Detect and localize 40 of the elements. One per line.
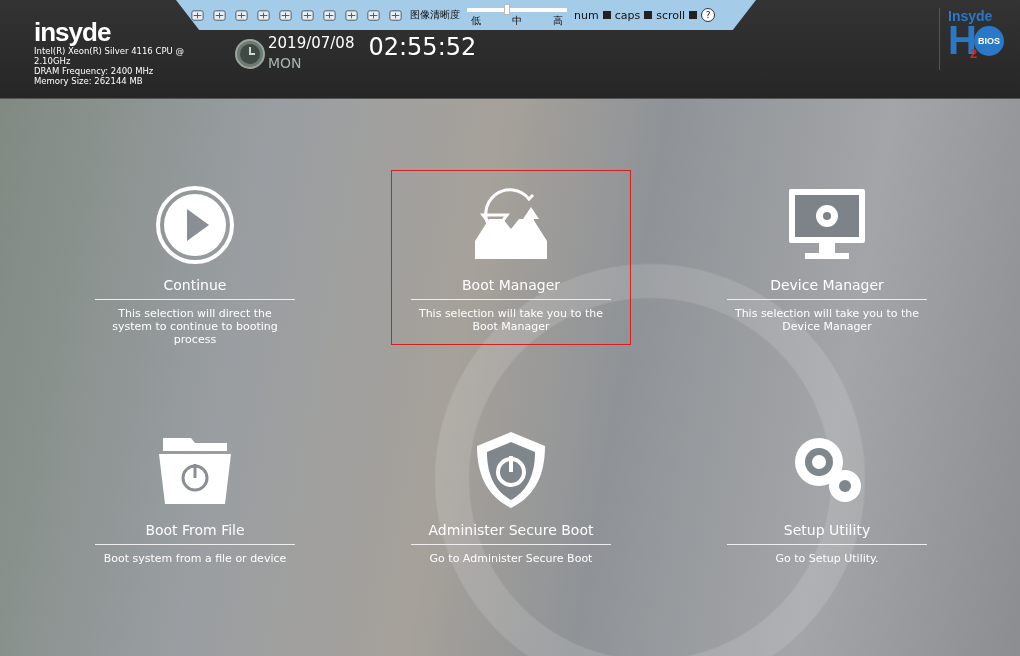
help-button[interactable]: ? xyxy=(701,8,716,22)
system-info-text: Intel(R) Xeon(R) Silver 4116 CPU @ xyxy=(34,46,185,56)
play-icon xyxy=(155,185,235,265)
option-description: This selection will take you to the Boot Manager xyxy=(417,307,605,333)
menu-option[interactable]: Continue This selection will direct the system to continue to booting process xyxy=(75,170,315,345)
option-title: Boot From File xyxy=(95,522,295,545)
option-description: This selection will take you to the Device Manager xyxy=(733,307,921,333)
slider-tick-label: 高 xyxy=(553,15,563,26)
option-title: Continue xyxy=(95,277,295,300)
menu-option[interactable]: Boot Manager This selection will take you to the Boot Manager xyxy=(391,170,631,345)
option-title: Administer Secure Boot xyxy=(411,522,611,545)
menu-option[interactable]: Administer Secure Boot Go to Administer Secure Boot xyxy=(391,415,631,590)
option-title: Setup Utility xyxy=(727,522,927,545)
system-info-text: DRAM Frequency: 2400 MHz xyxy=(34,66,155,76)
weekday-text: MON xyxy=(268,54,303,73)
image-quality-label: 图像清晰度 xyxy=(410,9,460,21)
indicator-light xyxy=(602,11,611,19)
menu-option[interactable]: Setup Utility Go to Setup Utility. xyxy=(707,415,947,590)
option-description: Boot system from a file or device xyxy=(102,552,288,565)
lock-indicator-label: num xyxy=(574,8,599,22)
slider-thumb[interactable] xyxy=(504,4,510,15)
lock-indicator-label: scroll xyxy=(656,8,686,22)
date-text: 2019/07/08 xyxy=(268,34,355,52)
option-description: This selection will direct the system to continue to booting process xyxy=(111,307,279,346)
slider-tick-label: 低 xyxy=(471,15,481,26)
option-description: Go to Setup Utility. xyxy=(774,552,880,565)
system-info-text: Memory Size: 262144 MB xyxy=(34,76,144,86)
insyde-logo: insyde xyxy=(34,18,111,46)
option-description: Go to Administer Secure Boot xyxy=(428,552,594,565)
option-title: Device Manager xyxy=(727,277,927,300)
time-text: 02:55:52 xyxy=(368,34,477,60)
option-title: Boot Manager xyxy=(411,277,611,300)
indicator-light xyxy=(689,11,698,19)
system-info-text: 2.10GHz xyxy=(34,56,72,66)
clock-icon xyxy=(234,38,266,70)
lock-indicator-label: caps xyxy=(614,8,641,22)
menu-option[interactable]: Boot From File Boot system from a file or device xyxy=(75,415,315,590)
slider-tick-label: 中 xyxy=(512,15,522,26)
menu-option[interactable]: Device Manager This selection will take you to the Device Manager xyxy=(707,170,947,345)
indicator-light xyxy=(644,11,653,19)
